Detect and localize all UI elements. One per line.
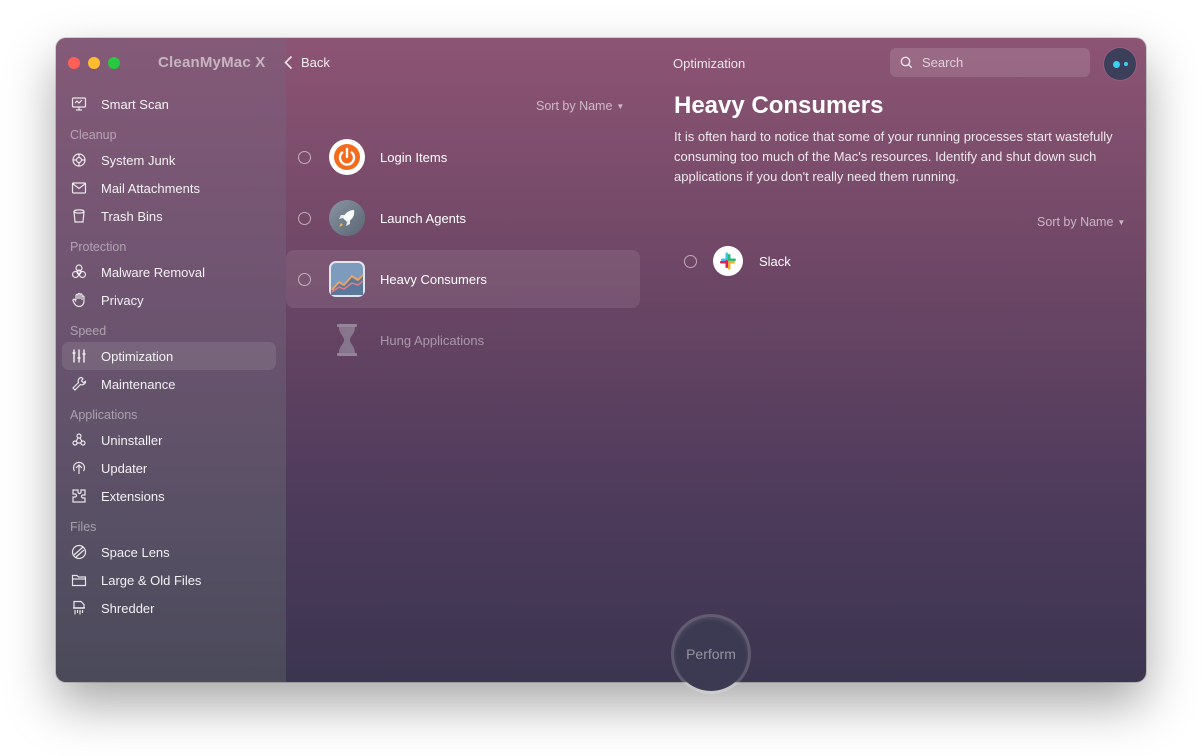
list-item-slack[interactable]: Slack: [676, 246, 791, 276]
sidebar-item-label: Space Lens: [101, 544, 170, 560]
search-icon: [900, 56, 913, 69]
select-radio[interactable]: [684, 254, 697, 268]
sidebar-item-label: Uninstaller: [101, 432, 163, 448]
sidebar-item-privacy[interactable]: Privacy: [56, 286, 286, 314]
select-radio[interactable]: [298, 272, 311, 286]
sidebar-item-label: Privacy: [101, 292, 144, 308]
folder-icon: [71, 572, 87, 588]
list-item-label: Heavy Consumers: [380, 271, 487, 287]
sidebar-item-label: Trash Bins: [101, 208, 163, 224]
sidebar-item-malware-removal[interactable]: Malware Removal: [56, 258, 286, 286]
detail-title: Heavy Consumers: [674, 92, 884, 119]
sidebar-section-cleanup: Cleanup: [70, 128, 117, 142]
sidebar-item-system-junk[interactable]: System Junk: [56, 146, 286, 174]
updater-icon: [71, 460, 87, 476]
search-box[interactable]: [890, 48, 1090, 77]
sidebar-item-label: Maintenance: [101, 376, 176, 392]
sidebar-item-label: Extensions: [101, 488, 165, 504]
monitor-scan-icon: [71, 96, 87, 112]
assistant-dot-small-icon: [1123, 62, 1128, 66]
app-label: Slack: [759, 253, 791, 269]
list-item-heavy-consumers[interactable]: Heavy Consumers: [286, 250, 640, 308]
list-item-label: Launch Agents: [380, 210, 467, 226]
system-junk-icon: [71, 152, 87, 168]
list-sort-dropdown[interactable]: Sort by Name ▼: [536, 99, 624, 113]
sidebar-item-space-lens[interactable]: Space Lens: [56, 538, 286, 566]
detail-sort-dropdown[interactable]: Sort by Name ▼: [1037, 215, 1125, 229]
rocket-icon: [329, 200, 365, 236]
biohazard-icon: [71, 264, 87, 280]
sidebar-item-shredder[interactable]: Shredder: [56, 594, 286, 622]
sidebar-item-extensions[interactable]: Extensions: [56, 482, 286, 510]
sidebar-item-smart-scan[interactable]: Smart Scan: [56, 90, 286, 118]
sidebar-item-label: Large & Old Files: [101, 572, 202, 588]
sidebar-item-label: Shredder: [101, 600, 155, 616]
perform-button-ring: Perform: [671, 614, 751, 694]
select-radio[interactable]: [298, 150, 311, 164]
sidebar: CleanMyMac X Smart Scan Cleanup System J…: [56, 38, 286, 682]
shredder-icon: [71, 600, 87, 616]
sidebar-item-uninstaller[interactable]: Uninstaller: [56, 426, 286, 454]
sort-label: Sort by Name: [536, 99, 613, 113]
sidebar-section-speed: Speed: [70, 324, 107, 338]
sidebar-item-label: Updater: [101, 460, 148, 476]
assistant-button[interactable]: [1104, 48, 1136, 80]
sidebar-section-protection: Protection: [70, 240, 127, 254]
select-radio[interactable]: [298, 211, 311, 225]
caret-down-icon: ▼: [1117, 218, 1126, 227]
optimization-list: Login Items Launch Agents Heavy Consumer…: [286, 128, 640, 372]
hand-icon: [71, 292, 87, 308]
sidebar-item-optimization[interactable]: Optimization: [62, 342, 276, 370]
caret-down-icon: ▼: [616, 102, 625, 111]
detail-description: It is often hard to notice that some of …: [674, 129, 1113, 184]
sidebar-item-label: Smart Scan: [101, 96, 169, 112]
app-window: CleanMyMac X Smart Scan Cleanup System J…: [56, 38, 1146, 682]
list-item-login-items[interactable]: Login Items: [286, 128, 640, 186]
trash-icon: [71, 208, 87, 224]
sidebar-section-files: Files: [70, 520, 97, 534]
list-item-hung-applications: Hung Applications: [286, 311, 640, 369]
sidebar-item-large-old-files[interactable]: Large & Old Files: [56, 566, 286, 594]
hourglass-icon: [337, 324, 357, 356]
sidebar-item-label: Malware Removal: [101, 264, 206, 280]
sidebar-item-mail-attachments[interactable]: Mail Attachments: [56, 174, 286, 202]
mail-icon: [71, 180, 87, 196]
chart-icon: [329, 261, 365, 297]
back-button[interactable]: Back: [284, 55, 330, 70]
sort-label: Sort by Name: [1037, 215, 1114, 229]
list-item-label: Login Items: [380, 149, 448, 165]
sliders-icon: [71, 348, 87, 364]
sidebar-item-trash-bins[interactable]: Trash Bins: [56, 202, 286, 230]
app-title: CleanMyMac X: [158, 54, 266, 71]
sidebar-item-maintenance[interactable]: Maintenance: [56, 370, 286, 398]
close-window-button[interactable]: [68, 57, 80, 69]
search-input[interactable]: [922, 55, 1072, 70]
sidebar-nav: Smart Scan Cleanup System Junk Mail Atta…: [56, 90, 286, 622]
space-lens-icon: [71, 544, 87, 560]
extensions-icon: [71, 488, 87, 504]
assistant-dot-icon: [1112, 60, 1120, 68]
chevron-left-icon: [284, 55, 293, 70]
uninstaller-icon: [71, 432, 87, 448]
power-icon: [329, 139, 365, 175]
page-title: Optimization: [673, 56, 746, 71]
sidebar-item-updater[interactable]: Updater: [56, 454, 286, 482]
perform-button[interactable]: Perform: [674, 617, 748, 691]
slack-icon: [713, 246, 743, 276]
wrench-icon: [71, 376, 87, 392]
sidebar-section-applications: Applications: [70, 408, 138, 422]
sidebar-item-label: Mail Attachments: [101, 180, 200, 196]
sidebar-item-label: Optimization: [101, 348, 174, 364]
back-label: Back: [301, 55, 330, 70]
zoom-window-button[interactable]: [108, 57, 120, 69]
list-item-label: Hung Applications: [380, 332, 485, 348]
sidebar-item-label: System Junk: [101, 152, 176, 168]
minimize-window-button[interactable]: [88, 57, 100, 69]
list-item-launch-agents[interactable]: Launch Agents: [286, 189, 640, 247]
